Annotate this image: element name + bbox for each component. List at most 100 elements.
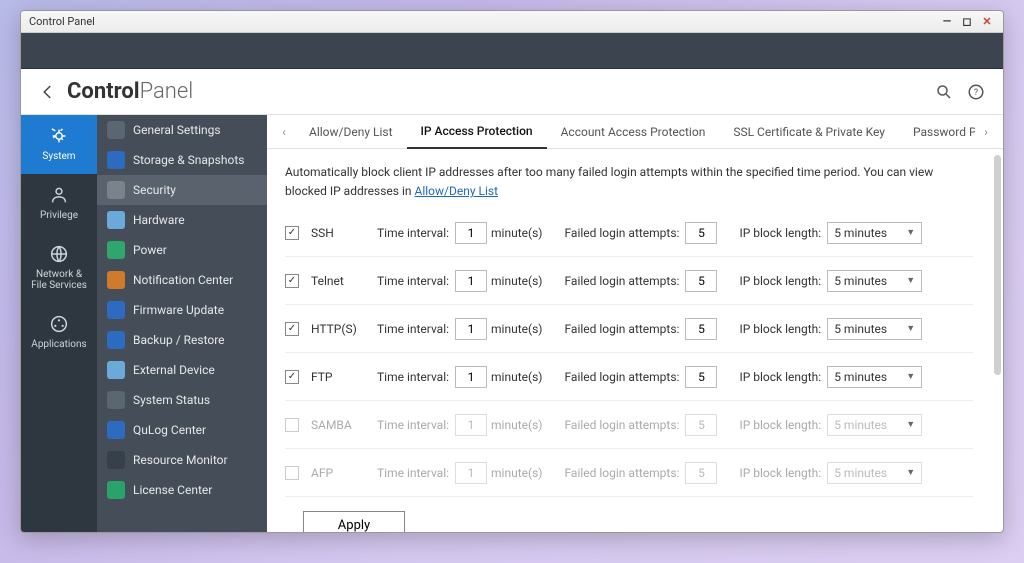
header: ControlPanel ? bbox=[21, 69, 1003, 115]
apply-button[interactable]: Apply bbox=[303, 511, 405, 532]
block-length-select[interactable]: 5 minutes▼ bbox=[827, 462, 922, 484]
protocol-checkbox[interactable]: ✓ bbox=[285, 322, 299, 336]
block-length-select[interactable]: 5 minutes▼ bbox=[827, 414, 922, 436]
footer: Apply bbox=[285, 497, 973, 532]
failed-attempts-input[interactable] bbox=[685, 366, 717, 388]
minimize-button[interactable]: — bbox=[939, 15, 955, 29]
sidebar-item-icon bbox=[107, 241, 125, 259]
sidebar-item-system-status[interactable]: System Status bbox=[97, 385, 267, 415]
failed-attempts-input[interactable] bbox=[685, 222, 717, 244]
time-interval-label: Time interval: bbox=[377, 466, 449, 480]
tab-password-policy[interactable]: Password Policy bbox=[899, 115, 975, 149]
time-interval-input[interactable] bbox=[455, 414, 487, 436]
sidebar-item-backup-restore[interactable]: Backup / Restore bbox=[97, 325, 267, 355]
sidebar-item-hardware[interactable]: Hardware bbox=[97, 205, 267, 235]
block-length-label: IP block length: bbox=[739, 322, 821, 336]
maximize-button[interactable]: ◻ bbox=[959, 15, 975, 29]
tab-allow-deny-list[interactable]: Allow/Deny List bbox=[295, 115, 407, 149]
sidebar-item-external-device[interactable]: External Device bbox=[97, 355, 267, 385]
failed-attempts-input[interactable] bbox=[685, 414, 717, 436]
category-icon bbox=[48, 184, 70, 206]
category-network-file-services[interactable]: Network & File Services bbox=[21, 233, 97, 303]
category-label: Network & File Services bbox=[25, 269, 93, 291]
time-interval-input[interactable] bbox=[455, 222, 487, 244]
block-length-select[interactable]: 5 minutes▼ bbox=[827, 366, 922, 388]
sidebar-item-power[interactable]: Power bbox=[97, 235, 267, 265]
help-button[interactable]: ? bbox=[963, 79, 989, 105]
failed-attempts-input[interactable] bbox=[685, 318, 717, 340]
failed-attempts-label: Failed login attempts: bbox=[564, 274, 679, 288]
scrollbar[interactable] bbox=[994, 155, 1001, 375]
tab-ip-access-protection[interactable]: IP Access Protection bbox=[407, 115, 547, 149]
block-length-label: IP block length: bbox=[739, 466, 821, 480]
sidebar-item-label: License Center bbox=[133, 483, 212, 497]
tabs-scroll-left[interactable]: ‹ bbox=[273, 125, 295, 139]
failed-attempts-input[interactable] bbox=[685, 462, 717, 484]
sidebar-item-label: Storage & Snapshots bbox=[133, 153, 244, 167]
time-interval-input[interactable] bbox=[455, 318, 487, 340]
category-label: Applications bbox=[25, 339, 93, 350]
time-interval-input[interactable] bbox=[455, 270, 487, 292]
category-privilege[interactable]: Privilege bbox=[21, 174, 97, 233]
protocol-checkbox[interactable] bbox=[285, 418, 299, 432]
sidebar-item-icon bbox=[107, 331, 125, 349]
block-length-label: IP block length: bbox=[739, 418, 821, 432]
protocol-row-ssh: ✓SSHTime interval:minute(s)Failed login … bbox=[285, 209, 973, 257]
main: ‹ Allow/Deny ListIP Access ProtectionAcc… bbox=[267, 115, 1003, 532]
allow-deny-link[interactable]: Allow/Deny List bbox=[415, 184, 499, 198]
arrow-left-icon bbox=[39, 83, 57, 101]
page-title: ControlPanel bbox=[67, 79, 193, 104]
sidebar-item-label: General Settings bbox=[133, 123, 221, 137]
protocol-row-afp: AFPTime interval:minute(s)Failed login a… bbox=[285, 449, 973, 497]
failed-attempts-label: Failed login attempts: bbox=[564, 226, 679, 240]
protocol-checkbox[interactable]: ✓ bbox=[285, 226, 299, 240]
category-icon bbox=[48, 313, 70, 335]
block-length-select[interactable]: 5 minutes▼ bbox=[827, 270, 922, 292]
sidebar-item-notification-center[interactable]: Notification Center bbox=[97, 265, 267, 295]
sidebar-item-general-settings[interactable]: General Settings bbox=[97, 115, 267, 145]
sidebar-item-firmware-update[interactable]: Firmware Update bbox=[97, 295, 267, 325]
failed-attempts-input[interactable] bbox=[685, 270, 717, 292]
subnav: General Settings Storage & Snapshots Secur… bbox=[97, 115, 267, 532]
chevron-down-icon: ▼ bbox=[906, 323, 915, 334]
block-length-label: IP block length: bbox=[739, 226, 821, 240]
category-icon bbox=[48, 243, 70, 265]
time-interval-input[interactable] bbox=[455, 462, 487, 484]
protocol-row-ftp: ✓FTPTime interval:minute(s)Failed login … bbox=[285, 353, 973, 401]
protocol-checkbox[interactable]: ✓ bbox=[285, 370, 299, 384]
category-applications[interactable]: Applications bbox=[21, 303, 97, 362]
protocol-checkbox[interactable]: ✓ bbox=[285, 274, 299, 288]
protocol-row-telnet: ✓TelnetTime interval:minute(s)Failed log… bbox=[285, 257, 973, 305]
protocol-row-https: ✓HTTP(S)Time interval:minute(s)Failed lo… bbox=[285, 305, 973, 353]
protocol-name: Telnet bbox=[311, 274, 377, 288]
time-interval-label: Time interval: bbox=[377, 226, 449, 240]
sidebar-item-security[interactable]: Security bbox=[97, 175, 267, 205]
block-length-select[interactable]: 5 minutes▼ bbox=[827, 222, 922, 244]
time-interval-unit: minute(s) bbox=[491, 322, 542, 336]
time-interval-label: Time interval: bbox=[377, 418, 449, 432]
sidebar-item-license-center[interactable]: License Center bbox=[97, 475, 267, 505]
category-system[interactable]: System bbox=[21, 115, 97, 174]
protocol-name: AFP bbox=[311, 466, 377, 480]
close-button[interactable]: ✕ bbox=[979, 15, 995, 29]
time-interval-input[interactable] bbox=[455, 366, 487, 388]
sidebar-item-qulog-center[interactable]: QuLog Center bbox=[97, 415, 267, 445]
tab-account-access-protection[interactable]: Account Access Protection bbox=[547, 115, 720, 149]
protocol-checkbox[interactable] bbox=[285, 466, 299, 480]
chevron-down-icon: ▼ bbox=[906, 419, 915, 430]
sidebar-item-resource-monitor[interactable]: Resource Monitor bbox=[97, 445, 267, 475]
sidebar-item-storage-snapshots[interactable]: Storage & Snapshots bbox=[97, 145, 267, 175]
block-length-select[interactable]: 5 minutes▼ bbox=[827, 318, 922, 340]
tabs-scroll-right[interactable]: › bbox=[975, 125, 997, 139]
time-interval-unit: minute(s) bbox=[491, 274, 542, 288]
sidebar-item-icon bbox=[107, 271, 125, 289]
failed-attempts-label: Failed login attempts: bbox=[564, 418, 679, 432]
tab-ssl-certificate-private-key[interactable]: SSL Certificate & Private Key bbox=[719, 115, 899, 149]
sidebar-item-icon bbox=[107, 121, 125, 139]
sidebar-item-icon bbox=[107, 361, 125, 379]
search-button[interactable] bbox=[931, 79, 957, 105]
back-button[interactable] bbox=[35, 79, 61, 105]
titlebar[interactable]: Control Panel — ◻ ✕ bbox=[21, 11, 1003, 33]
chevron-down-icon: ▼ bbox=[906, 275, 915, 286]
block-length-label: IP block length: bbox=[739, 274, 821, 288]
